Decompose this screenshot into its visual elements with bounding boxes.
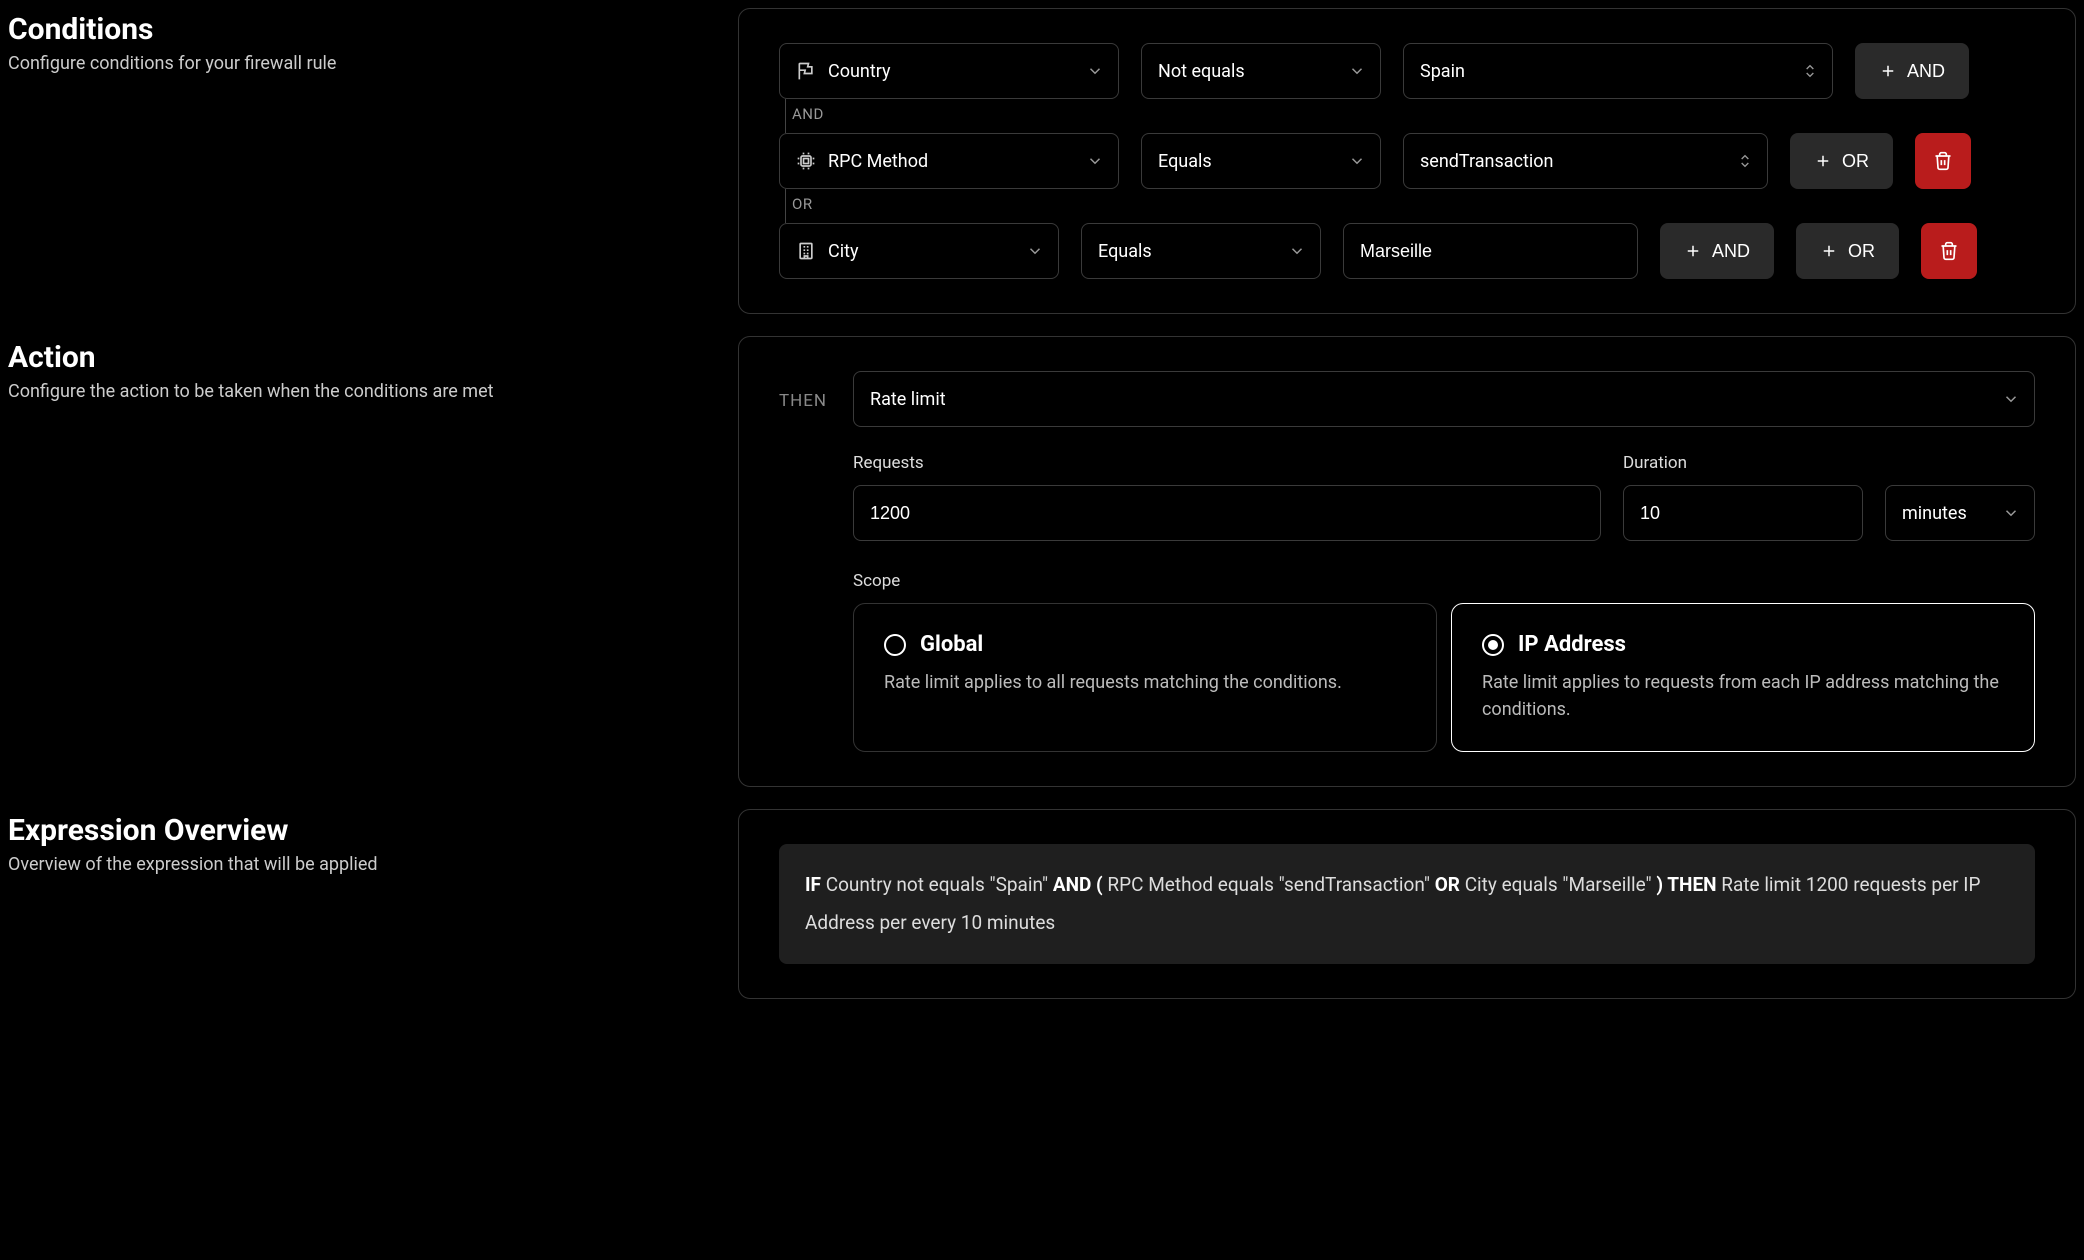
expression-text: IF Country not equals "Spain" AND ( RPC … xyxy=(779,844,2035,964)
chevron-down-icon xyxy=(2002,390,2020,408)
scope-option-desc: Rate limit applies to all requests match… xyxy=(884,669,1406,696)
overview-title: Expression Overview xyxy=(8,813,698,848)
condition-value-input[interactable] xyxy=(1343,223,1638,279)
condition-field-label: City xyxy=(828,241,859,262)
scope-option-ip-address[interactable]: IP Address Rate limit applies to request… xyxy=(1451,603,2035,752)
duration-unit-label: minutes xyxy=(1902,503,1967,524)
action-title: Action xyxy=(8,340,698,375)
duration-input-wrap[interactable] xyxy=(1623,485,1863,541)
condition-field-select[interactable]: RPC Method xyxy=(779,133,1119,189)
overview-subtitle: Overview of the expression that will be … xyxy=(8,854,698,875)
radio-icon xyxy=(1482,634,1504,656)
scope-option-global[interactable]: Global Rate limit applies to all request… xyxy=(853,603,1437,752)
requests-input-wrap[interactable] xyxy=(853,485,1601,541)
building-icon xyxy=(796,241,816,261)
condition-operator-select[interactable]: Not equals xyxy=(1141,43,1381,99)
conditions-subtitle: Configure conditions for your firewall r… xyxy=(8,53,698,74)
chevron-updown-icon xyxy=(1802,63,1818,79)
chevron-down-icon xyxy=(1348,152,1366,170)
condition-joiner: OR xyxy=(786,189,2035,223)
chevron-down-icon xyxy=(1026,242,1044,260)
plus-icon xyxy=(1684,242,1702,260)
condition-value-label: sendTransaction xyxy=(1420,151,1553,172)
trash-icon xyxy=(1933,151,1953,171)
add-and-button[interactable]: AND xyxy=(1855,43,1969,99)
condition-field-label: Country xyxy=(828,61,891,82)
condition-value-select[interactable]: Spain xyxy=(1403,43,1833,99)
condition-operator-label: Equals xyxy=(1098,241,1152,262)
radio-icon xyxy=(884,634,906,656)
add-and-label: AND xyxy=(1907,61,1945,82)
requests-input[interactable] xyxy=(870,503,1584,524)
add-or-button[interactable]: OR xyxy=(1790,133,1893,189)
condition-operator-select[interactable]: Equals xyxy=(1081,223,1321,279)
add-and-label: AND xyxy=(1712,241,1750,262)
chevron-down-icon xyxy=(1348,62,1366,80)
duration-unit-spacer xyxy=(1885,453,2035,473)
action-panel: THEN Rate limit Requests xyxy=(738,336,2076,787)
chevron-down-icon xyxy=(1086,152,1104,170)
add-or-label: OR xyxy=(1848,241,1875,262)
requests-label: Requests xyxy=(853,453,1601,473)
condition-operator-label: Equals xyxy=(1158,151,1212,172)
overview-panel: IF Country not equals "Spain" AND ( RPC … xyxy=(738,809,2076,999)
delete-condition-button[interactable] xyxy=(1921,223,1977,279)
plus-icon xyxy=(1820,242,1838,260)
condition-operator-select[interactable]: Equals xyxy=(1141,133,1381,189)
chevron-down-icon xyxy=(1086,62,1104,80)
scope-option-desc: Rate limit applies to requests from each… xyxy=(1482,669,2004,723)
condition-value-field[interactable] xyxy=(1360,241,1621,262)
condition-field-select[interactable]: Country xyxy=(779,43,1119,99)
action-type-label: Rate limit xyxy=(870,389,946,410)
scope-option-title: IP Address xyxy=(1518,632,1626,657)
flag-icon xyxy=(796,61,816,81)
plus-icon xyxy=(1814,152,1832,170)
scope-option-title: Global xyxy=(920,632,983,657)
condition-operator-label: Not equals xyxy=(1158,61,1245,82)
chevron-down-icon xyxy=(1288,242,1306,260)
duration-input[interactable] xyxy=(1640,503,1846,524)
conditions-title: Conditions xyxy=(8,12,698,47)
add-or-button[interactable]: OR xyxy=(1796,223,1899,279)
plus-icon xyxy=(1879,62,1897,80)
condition-value-label: Spain xyxy=(1420,61,1465,82)
chevron-updown-icon xyxy=(1737,153,1753,169)
trash-icon xyxy=(1939,241,1959,261)
condition-field-select[interactable]: City xyxy=(779,223,1059,279)
duration-unit-select[interactable]: minutes xyxy=(1885,485,2035,541)
condition-value-select[interactable]: sendTransaction xyxy=(1403,133,1768,189)
action-subtitle: Configure the action to be taken when th… xyxy=(8,381,698,402)
duration-label: Duration xyxy=(1623,453,1863,473)
add-and-button[interactable]: AND xyxy=(1660,223,1774,279)
conditions-panel: Country Not equals Spain AND xyxy=(738,8,2076,314)
chevron-down-icon xyxy=(2002,504,2020,522)
cpu-icon xyxy=(796,151,816,171)
then-label: THEN xyxy=(779,371,835,752)
condition-joiner: AND xyxy=(786,99,2035,133)
add-or-label: OR xyxy=(1842,151,1869,172)
condition-field-label: RPC Method xyxy=(828,151,928,172)
delete-condition-button[interactable] xyxy=(1915,133,1971,189)
action-type-select[interactable]: Rate limit xyxy=(853,371,2035,427)
scope-label: Scope xyxy=(853,571,2035,591)
